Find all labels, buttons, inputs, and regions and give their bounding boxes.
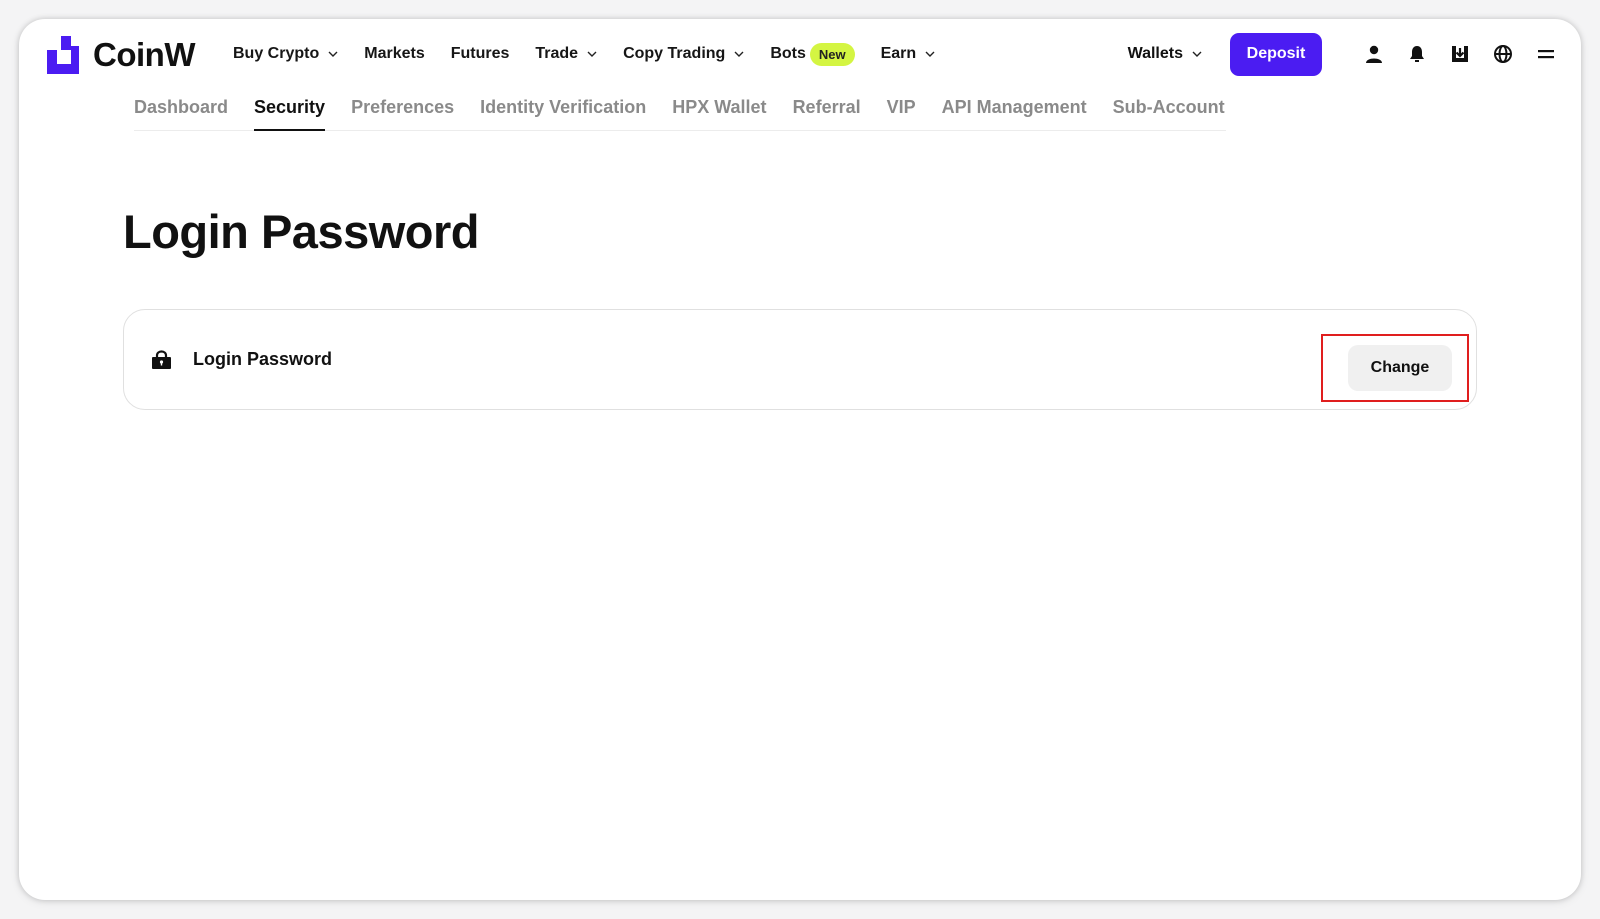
nav-buy-crypto[interactable]: Buy Crypto — [233, 45, 338, 63]
download-icon[interactable] — [1449, 43, 1471, 65]
wallets-dropdown[interactable]: Wallets — [1128, 45, 1202, 63]
change-password-button[interactable]: Change — [1348, 345, 1452, 391]
coinw-logo-icon — [47, 36, 79, 74]
account-subtabs: Dashboard Security Preferences Identity … — [134, 91, 1226, 131]
main-menu: Buy Crypto Markets Futures Trade Copy Tr… — [233, 19, 961, 89]
nav-bots[interactable]: Bots New — [770, 42, 855, 66]
wallets-label: Wallets — [1127, 45, 1183, 62]
tab-hpx-wallet[interactable]: HPX Wallet — [672, 91, 766, 130]
nav-label: Buy Crypto — [233, 45, 320, 62]
lock-icon — [152, 350, 171, 369]
menu-icon[interactable] — [1535, 43, 1557, 65]
nav-copy-trading[interactable]: Copy Trading — [623, 45, 744, 63]
new-badge: New — [809, 42, 855, 66]
brand-name: CoinW — [93, 36, 195, 73]
tab-identity-verification[interactable]: Identity Verification — [480, 91, 646, 130]
chevron-down-icon — [328, 51, 338, 57]
nav-trade[interactable]: Trade — [535, 45, 597, 63]
chevron-down-icon — [925, 51, 935, 57]
nav-label: Earn — [880, 45, 917, 62]
chevron-down-icon — [734, 51, 744, 57]
chevron-down-icon — [1192, 51, 1202, 57]
nav-futures[interactable]: Futures — [451, 45, 510, 63]
deposit-button[interactable]: Deposit — [1230, 32, 1322, 76]
chevron-down-icon — [587, 51, 597, 57]
nav-earn[interactable]: Earn — [881, 45, 936, 63]
nav-label: Bots — [770, 45, 806, 62]
tab-sub-account[interactable]: Sub-Account — [1113, 91, 1225, 130]
browser-window: CoinW Buy Crypto Markets Futures Trade C… — [19, 19, 1581, 900]
tab-vip[interactable]: VIP — [887, 91, 916, 130]
user-icon[interactable] — [1363, 43, 1385, 65]
login-password-label: Login Password — [193, 349, 333, 369]
bell-icon[interactable] — [1406, 43, 1428, 65]
logo[interactable]: CoinW — [47, 36, 195, 74]
nav-label: Trade — [535, 45, 579, 62]
tab-referral[interactable]: Referral — [793, 91, 861, 130]
login-password-card: Login Password — [123, 309, 1477, 410]
tab-api-management[interactable]: API Management — [942, 91, 1087, 130]
nav-label: Copy Trading — [623, 45, 726, 62]
nav-actions: Wallets Deposit — [1128, 19, 1557, 89]
nav-markets[interactable]: Markets — [364, 45, 424, 63]
tab-security[interactable]: Security — [254, 91, 326, 131]
page-title: Login Password — [123, 205, 480, 258]
nav-label: Futures — [450, 45, 510, 62]
top-navigation: CoinW Buy Crypto Markets Futures Trade C… — [19, 19, 1581, 89]
tab-preferences[interactable]: Preferences — [351, 91, 454, 130]
tab-dashboard[interactable]: Dashboard — [134, 91, 228, 130]
globe-icon[interactable] — [1492, 43, 1514, 65]
nav-label: Markets — [364, 45, 425, 62]
